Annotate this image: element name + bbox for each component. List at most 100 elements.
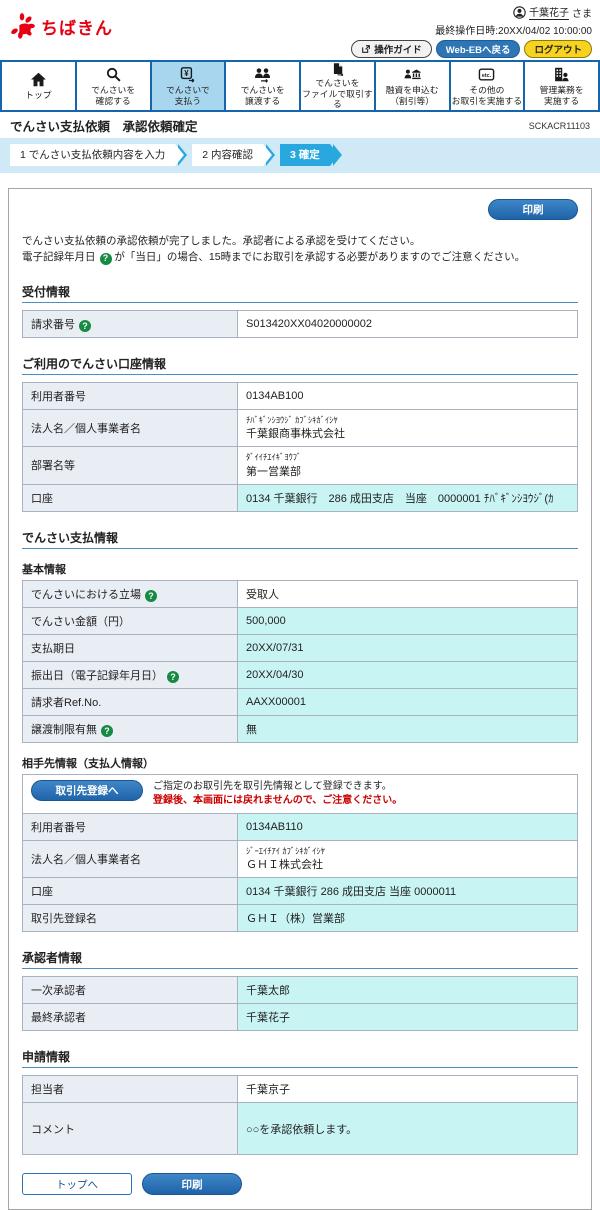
table-row: 取引先登録名 ＧＨＩ（株）営業部: [22, 904, 578, 933]
reception-table: 請求番号? S013420XX04020000002: [22, 309, 578, 338]
web-eb-back-button[interactable]: Web-EBへ戻る: [435, 40, 521, 58]
user-suffix: さま: [572, 8, 592, 20]
help-icon[interactable]: ?: [101, 724, 113, 737]
operation-guide-button[interactable]: 操作ガイド: [351, 40, 432, 58]
completion-message: でんさい支払依頼の承認依頼が完了しました。承認者による承認を受けてください。 電…: [22, 235, 526, 266]
chibagin-flower-icon: [11, 13, 35, 39]
comment-value: ○○を承認依頼します。: [237, 1102, 578, 1156]
counterparty-name-value: ｼﾞｰｴｲﾁｱｲ ｶﾌﾞｼｷｶﾞｲｼﾔ ＧＨＩ株式会社: [237, 839, 578, 879]
nav-tab-top[interactable]: トップ: [2, 62, 75, 110]
section-title-payment: でんさい支払情報: [22, 529, 578, 549]
help-icon[interactable]: ?: [167, 670, 179, 683]
back-to-top-button[interactable]: トップへ: [22, 1173, 132, 1196]
corporate-name-value: ﾁﾊﾞｷﾞﾝｼﾖｳｼﾞ ｶﾌﾞｼｷｶﾞｲｼﾔ 千葉銀商事株式会社: [237, 408, 578, 448]
user-info: 千葉花子 さま: [513, 4, 592, 20]
help-icon[interactable]: ?: [99, 253, 112, 266]
table-row: 法人名／個人事業者名 ｼﾞｰｴｲﾁｱｲ ｶﾌﾞｼｷｶﾞｲｼﾔ ＧＨＩ株式会社: [22, 839, 578, 879]
etc-icon: etc.: [479, 68, 495, 81]
staff-value: 千葉京子: [237, 1075, 578, 1104]
counterparty-table: 取引先登録へ ご指定のお取引先を取引先情報として登録できます。 登録後、本画面に…: [22, 773, 578, 933]
table-row: 口座 0134 千葉銀行 286 成田支店 当座 0000011: [22, 877, 578, 906]
print-button-bottom[interactable]: 印刷: [142, 1173, 242, 1196]
step-1: 1 でんさい支払依頼内容を入力: [10, 144, 188, 166]
yen-pay-icon: ¥: [181, 67, 195, 83]
help-icon[interactable]: ?: [79, 319, 91, 332]
subsection-title-basic: 基本情報: [22, 563, 66, 576]
table-row: でんさい金額（円） 500,000: [22, 606, 578, 635]
section-title-reception: 受付情報: [22, 283, 578, 303]
table-row: 振出日（電子記録年月日）? 20XX/04/30: [22, 660, 578, 689]
logout-button[interactable]: ログアウト: [524, 40, 592, 58]
nav-tab-loan[interactable]: 融資を申込む （割引等）: [375, 62, 449, 110]
register-note: ご指定のお取引先を取引先情報として登録できます。: [153, 780, 392, 792]
application-table: 担当者 千葉京子 コメント ○○を承認依頼します。: [22, 1075, 578, 1156]
table-row: 最終承認者 千葉花子: [22, 1003, 578, 1032]
screen-id: SCKACR11103: [528, 120, 590, 131]
table-row: 利用者番号 0134AB110: [22, 812, 578, 841]
nav-tab-transfer-densai[interactable]: でんさいを 譲渡する: [226, 62, 299, 110]
approvers-table: 一次承認者 千葉太郎 最終承認者 千葉花子: [22, 976, 578, 1032]
table-row: 担当者 千葉京子: [22, 1075, 578, 1104]
table-row: 譲渡制限有無? 無: [22, 714, 578, 743]
nav-tab-confirm-densai[interactable]: でんさいを 確認する: [76, 62, 150, 110]
register-warning: 登録後、本画面には戻れませんので、ご注意ください。: [153, 794, 403, 806]
table-row: コメント ○○を承認依頼します。: [22, 1102, 578, 1156]
step-indicator: 1 でんさい支払依頼内容を入力 2 内容確認 3 確定: [0, 138, 600, 173]
main-nav: トップ でんさいを 確認する ¥ でんさいで 支払う でんさいを 譲渡する でん…: [0, 60, 600, 112]
table-row: 請求番号? S013420XX04020000002: [22, 309, 578, 338]
counterparty-user-number-value: 0134AB110: [237, 812, 578, 841]
final-approver-value: 千葉花子: [237, 1003, 578, 1032]
external-link-icon: [362, 45, 371, 53]
table-row: 口座 0134 千葉銀行 286 成田支店 当座 0000001 ﾁﾊﾞｷﾞﾝｼ…: [22, 483, 578, 512]
ref-no-value: AAXX00001: [237, 687, 578, 716]
nav-tab-file-densai[interactable]: でんさいを ファイルで取引する: [301, 62, 374, 110]
table-row: 取引先登録へ ご指定のお取引先を取引先情報として登録できます。 登録後、本画面に…: [22, 773, 578, 814]
section-title-approvers: 承認者情報: [22, 949, 578, 970]
table-row: 一次承認者 千葉太郎: [22, 976, 578, 1005]
search-icon: [106, 67, 121, 82]
counterparty-account-value: 0134 千葉銀行 286 成田支店 当座 0000011: [237, 877, 578, 906]
svg-text:etc.: etc.: [482, 73, 492, 79]
step-3-current: 3 確定: [280, 144, 342, 166]
building-person-icon: [555, 67, 569, 82]
section-title-account: ご利用のでんさい口座情報: [22, 355, 578, 375]
table-row: 支払期日 20XX/07/31: [22, 633, 578, 662]
payment-basic-table: でんさいにおける立場? 受取人 でんさい金額（円） 500,000 支払期日 2…: [22, 579, 578, 743]
table-row: でんさいにおける立場? 受取人: [22, 579, 578, 608]
person-bank-icon: [404, 69, 421, 80]
nav-tab-admin[interactable]: 管理業務を 実施する: [525, 62, 598, 110]
person-icon: [513, 5, 526, 19]
bank-logo-text: ちばきん: [41, 18, 113, 38]
main-panel: 印刷 でんさい支払依頼の承認依頼が完了しました。承認者による承認を受けてください…: [8, 188, 592, 1210]
user-number-value: 0134AB100: [237, 381, 578, 410]
step-2: 2 内容確認: [192, 144, 275, 166]
issue-date-value: 20XX/04/30: [237, 660, 578, 689]
due-date-value: 20XX/07/31: [237, 633, 578, 662]
user-name: 千葉花子: [529, 4, 569, 20]
two-people-icon: [255, 68, 271, 83]
subsection-title-counterparty: 相手先情報（支払人情報）: [22, 757, 154, 770]
header: ちばきん 千葉花子 さま 最終操作日時:20XX/04/02 10:00:00 …: [0, 0, 600, 60]
help-icon[interactable]: ?: [145, 589, 157, 602]
transfer-restriction-value: 無: [237, 714, 578, 743]
table-row: 利用者番号 0134AB100: [22, 381, 578, 410]
last-operation-time: 最終操作日時:20XX/04/02 10:00:00: [435, 26, 592, 37]
page-title: でんさい支払依頼 承認依頼確定: [10, 120, 198, 134]
position-value: 受取人: [237, 579, 578, 608]
nav-tab-other[interactable]: etc. その他の お取引を実施する: [450, 62, 524, 110]
table-row: 請求者Ref.No. AAXX00001: [22, 687, 578, 716]
department-value: ﾀﾞｲｲﾁｴｲｷﾞﾖｳﾌﾞ 第一営業部: [237, 446, 578, 485]
file-icon: [333, 63, 344, 77]
account-table: 利用者番号 0134AB100 法人名／個人事業者名 ﾁﾊﾞｷﾞﾝｼﾖｳｼﾞ ｶ…: [22, 381, 578, 512]
print-button-top[interactable]: 印刷: [488, 199, 578, 220]
amount-value: 500,000: [237, 606, 578, 635]
request-number-value: S013420XX04020000002: [237, 309, 578, 338]
section-title-application: 申請情報: [22, 1048, 578, 1069]
account-value: 0134 千葉銀行 286 成田支店 当座 0000001 ﾁﾊﾞｷﾞﾝｼﾖｳｼ…: [237, 483, 578, 512]
home-icon: [30, 72, 46, 87]
nav-tab-pay-densai[interactable]: ¥ でんさいで 支払う: [151, 62, 225, 110]
register-counterparty-button[interactable]: 取引先登録へ: [31, 779, 143, 801]
bank-logo: ちばきん: [8, 12, 113, 40]
table-row: 部署名等 ﾀﾞｲｲﾁｴｲｷﾞﾖｳﾌﾞ 第一営業部: [22, 446, 578, 485]
svg-text:¥: ¥: [185, 69, 190, 78]
